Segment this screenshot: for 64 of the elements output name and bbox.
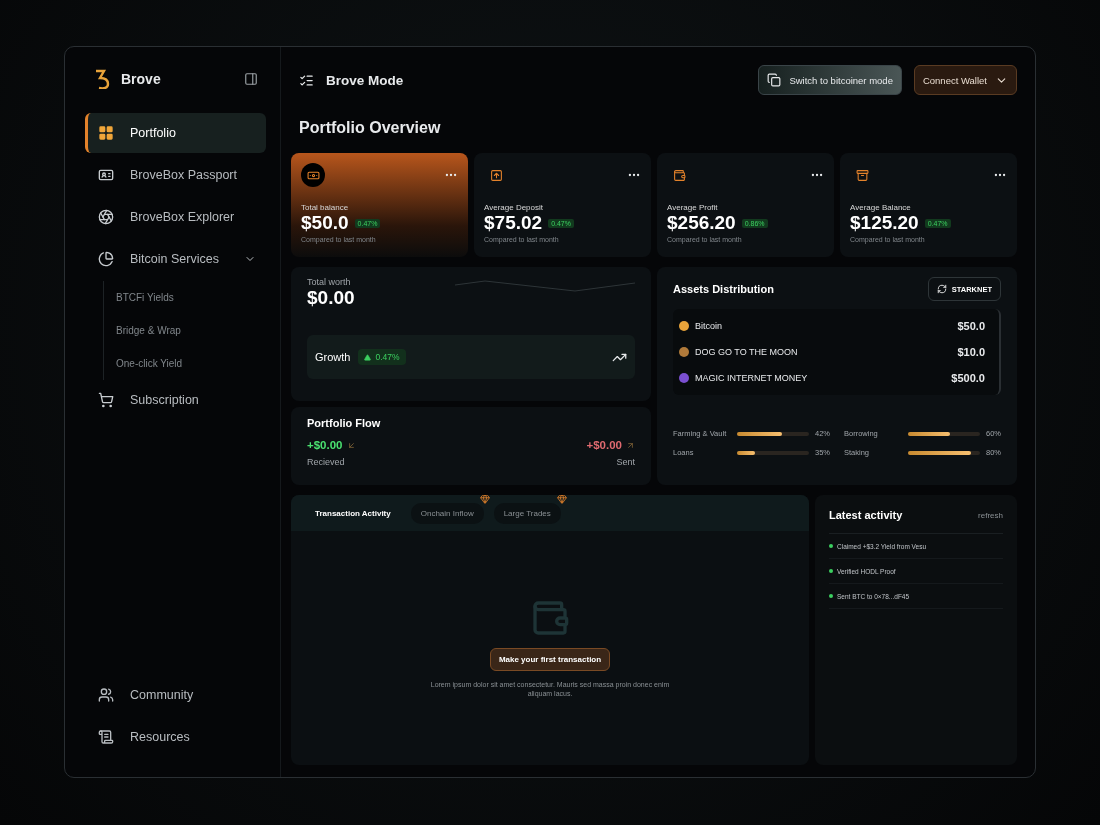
sidebar-item[interactable]: Resources <box>85 717 266 757</box>
refresh-link[interactable]: refresh <box>978 510 1003 520</box>
asset-value: $50.0 <box>957 320 985 332</box>
copy-icon <box>767 73 782 87</box>
sidebar-item[interactable]: Portfolio <box>85 113 266 153</box>
switch-mode-button[interactable]: Switch to bitcoiner mode <box>758 65 902 95</box>
connect-wallet-button[interactable]: Connect Wallet <box>913 65 1017 95</box>
stat-label: Average Profit <box>667 203 719 212</box>
scroll-icon <box>98 729 114 745</box>
asset-name: MAGIC INTERNET MONEY <box>695 373 809 383</box>
page-title: Portfolio Overview <box>298 118 442 138</box>
sidebar-toggle-icon[interactable] <box>244 72 258 86</box>
arrow-icon <box>346 440 356 450</box>
worth-value: $0.00 <box>307 287 355 308</box>
stat-label: Total balance <box>301 203 350 212</box>
received-label: Recieved <box>307 457 346 467</box>
assets-title: Assets Distribution <box>673 283 774 295</box>
cart-icon <box>98 392 114 408</box>
flow-title: Portfolio Flow <box>307 417 382 429</box>
growth-badge: 0.47% <box>358 349 406 365</box>
pie-chart-icon <box>98 251 114 267</box>
sidebar-item[interactable]: Subscription <box>85 380 266 420</box>
tab[interactable]: Transaction Activity <box>305 502 401 524</box>
stat-label: Average Balance <box>850 203 912 212</box>
status-dot <box>829 594 833 598</box>
growth-label: Growth <box>315 351 351 363</box>
logo-icon <box>93 69 111 89</box>
id-card-icon <box>98 167 114 183</box>
submenu-item[interactable]: One-click Yield <box>116 347 266 380</box>
submenu-item[interactable]: BTCFi Yields <box>116 281 266 314</box>
first-transaction-button[interactable]: Make your first transaction <box>489 648 611 672</box>
sidebar-item[interactable]: Bitcoin Services <box>85 239 266 279</box>
menu-icon <box>299 72 314 88</box>
brand-name: Brove <box>121 71 162 87</box>
up-triangle-icon <box>364 353 372 361</box>
arrow-icon <box>626 440 635 450</box>
asset-name: DOG GO TO THE MOON <box>695 347 799 357</box>
status-dot <box>829 544 833 548</box>
received-value: +$0.00 <box>307 439 356 451</box>
tab[interactable]: Large Trades <box>493 502 561 524</box>
status-dot <box>829 569 833 573</box>
sidebar-item[interactable]: BroveBox Passport <box>85 155 266 195</box>
mode-title: Brove Mode <box>326 72 405 88</box>
stat-value: $256.20 <box>667 212 736 234</box>
aperture-icon <box>98 209 114 225</box>
asset-value: $10.0 <box>957 346 985 358</box>
banknote-icon <box>301 163 325 187</box>
grid-icon <box>98 125 114 141</box>
stat-label: Average Deposit <box>484 203 544 212</box>
users-icon <box>98 687 114 703</box>
sidebar-item[interactable]: BroveBox Explorer <box>85 197 266 237</box>
stat-value: $50.0 <box>301 212 349 234</box>
refresh-icon <box>936 284 947 294</box>
latest-title: Latest activity <box>829 509 903 521</box>
sent-value: +$0.00 <box>586 439 635 451</box>
asset-value: $500.0 <box>951 372 985 384</box>
sent-label: Sent <box>615 457 635 467</box>
stat-value: $75.02 <box>484 212 543 234</box>
stat-value: $125.20 <box>850 212 919 234</box>
sidebar-item[interactable]: Community <box>85 675 266 715</box>
worth-label: Total worth <box>307 277 352 287</box>
tab[interactable]: Onchain Inflow <box>410 502 484 524</box>
submenu-item[interactable]: Bridge & Wrap <box>116 314 266 347</box>
asset-name: Bitcoin <box>695 321 723 331</box>
